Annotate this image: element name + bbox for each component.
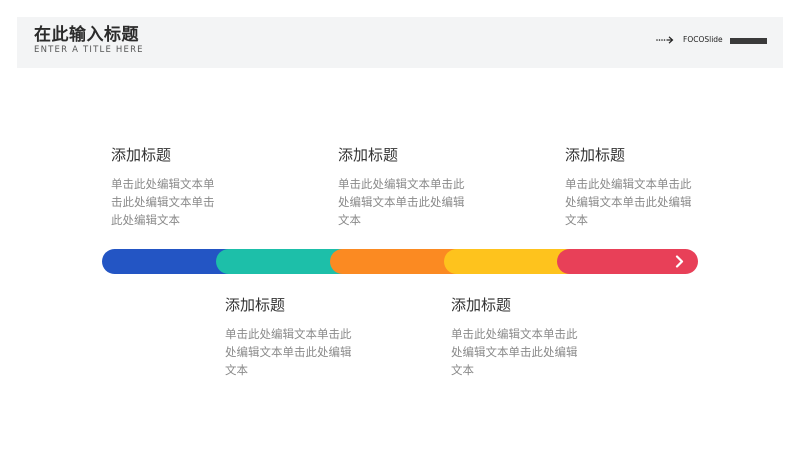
- item-title[interactable]: 添加标题: [111, 145, 251, 165]
- item-body[interactable]: 单击此处编辑文本单击此处编辑文本单击此处编辑文本: [225, 325, 357, 379]
- item-body[interactable]: 单击此处编辑文本单击此处编辑文本单击此处编辑文本: [451, 325, 583, 379]
- timeline-segment-5: [557, 249, 698, 274]
- header-bar: 在此输入标题 ENTER A TITLE HERE FOCOSlide: [17, 17, 783, 68]
- item-body[interactable]: 单击此处编辑文本单击此处编辑文本单击此处编辑文本: [565, 175, 697, 229]
- item-title[interactable]: 添加标题: [565, 145, 705, 165]
- timeline-bar: [102, 249, 698, 274]
- timeline-item-3: 添加标题 单击此处编辑文本单击此处编辑文本单击此处编辑文本: [338, 145, 478, 229]
- item-title[interactable]: 添加标题: [451, 295, 591, 315]
- page-title: 在此输入标题: [34, 25, 139, 45]
- timeline-item-5: 添加标题 单击此处编辑文本单击此处编辑文本单击此处编辑文本: [565, 145, 705, 229]
- page-subtitle: ENTER A TITLE HERE: [34, 45, 144, 55]
- item-body[interactable]: 单击此处编辑文本单击此处编辑文本单击此处编辑文本: [338, 175, 470, 229]
- item-body[interactable]: 单击此处编辑文本单击此处编辑文本单击此处编辑文本: [111, 175, 219, 229]
- item-title[interactable]: 添加标题: [225, 295, 365, 315]
- timeline-item-1: 添加标题 单击此处编辑文本单击此处编辑文本单击此处编辑文本: [111, 145, 251, 229]
- chevron-right-icon: [675, 255, 684, 268]
- brand-label: FOCOSlide: [683, 35, 723, 44]
- timeline-item-2: 添加标题 单击此处编辑文本单击此处编辑文本单击此处编辑文本: [225, 295, 365, 379]
- item-title[interactable]: 添加标题: [338, 145, 478, 165]
- brand-bar: [730, 38, 767, 44]
- dotted-arrow-icon: [656, 36, 674, 44]
- timeline-item-4: 添加标题 单击此处编辑文本单击此处编辑文本单击此处编辑文本: [451, 295, 591, 379]
